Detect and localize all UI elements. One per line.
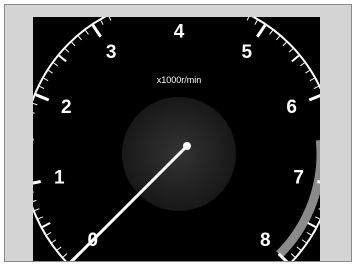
- minor-tick: [291, 54, 300, 63]
- minor-tick: [53, 62, 58, 67]
- minor-tick: [39, 85, 45, 89]
- minor-tick: [33, 112, 35, 114]
- scale-label-5: 5: [241, 42, 252, 63]
- minor-tick: [48, 70, 53, 74]
- minor-tick: [306, 231, 312, 236]
- minor-tick: [315, 216, 320, 220]
- major-tick: [91, 24, 102, 38]
- scale-label-1: 1: [54, 167, 65, 188]
- scale-label-3: 3: [106, 42, 117, 63]
- major-tick: [256, 24, 267, 38]
- minor-tick: [108, 17, 112, 21]
- minor-tick: [246, 17, 250, 21]
- minor-tick: [100, 20, 104, 25]
- minor-tick: [34, 208, 40, 211]
- minor-tick: [276, 35, 281, 41]
- minor-tick: [296, 246, 302, 251]
- minor-tick: [300, 62, 305, 67]
- major-tick: [33, 180, 42, 185]
- minor-tick: [309, 77, 315, 82]
- minor-tick: [58, 54, 67, 63]
- minor-tick: [77, 35, 82, 41]
- scale-label-8: 8: [260, 230, 271, 251]
- minor-tick: [33, 138, 34, 141]
- scale-label-7: 7: [293, 167, 304, 188]
- minor-tick: [254, 20, 258, 25]
- minor-tick: [46, 231, 52, 236]
- minor-tick: [313, 85, 319, 89]
- minor-tick: [301, 239, 307, 244]
- minor-tick: [43, 77, 49, 82]
- scale-label-6: 6: [286, 97, 297, 118]
- minor-tick: [33, 102, 38, 106]
- minor-tick: [33, 191, 34, 193]
- needle-pivot: [183, 142, 191, 150]
- minor-tick: [62, 253, 68, 258]
- scale-label-2: 2: [61, 97, 72, 118]
- major-tick: [308, 93, 320, 102]
- tachometer-graphic: 0 1 2 3 4 5 6 7 8: [33, 17, 320, 261]
- scale-label-4: 4: [174, 22, 185, 43]
- minor-tick: [71, 41, 76, 47]
- minor-tick: [305, 70, 310, 74]
- minor-tick: [290, 253, 296, 258]
- minor-tick: [307, 221, 317, 228]
- major-tick: [35, 93, 50, 102]
- minor-tick: [38, 216, 43, 220]
- minor-tick: [269, 30, 273, 35]
- tachometer-dial: 0 1 2 3 4 5 6 7 8 x1000r/min: [33, 17, 320, 261]
- minor-tick: [56, 246, 62, 251]
- minor-tick: [64, 48, 70, 53]
- minor-tick: [85, 30, 89, 35]
- minor-tick: [318, 208, 320, 210]
- redline-zone: [276, 140, 320, 258]
- minor-tick: [33, 199, 37, 202]
- minor-tick: [288, 48, 294, 53]
- rpm-unit-label: x1000r/min: [156, 75, 202, 85]
- minor-tick: [51, 239, 57, 244]
- minor-tick: [282, 41, 287, 47]
- minor-tick: [41, 221, 51, 228]
